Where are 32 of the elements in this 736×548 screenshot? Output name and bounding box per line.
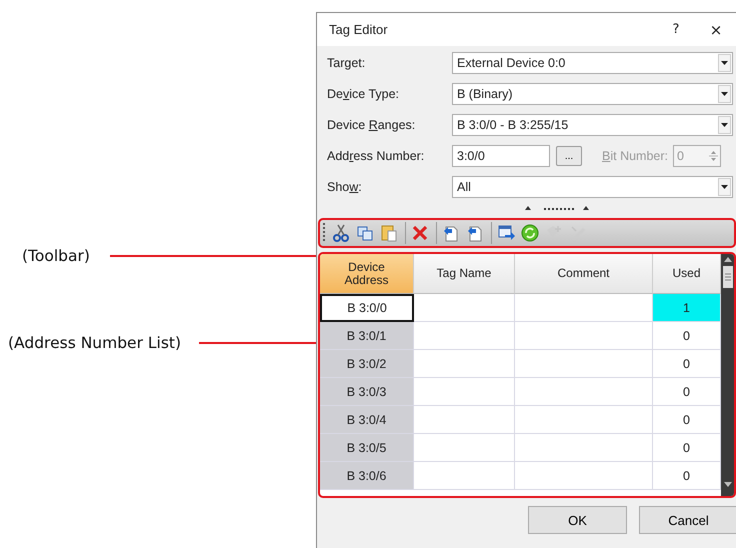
close-button[interactable]: × bbox=[696, 20, 736, 38]
help-button[interactable]: ? bbox=[656, 22, 696, 37]
dialog-button[interactable]: Cancel bbox=[639, 506, 736, 534]
callout-label: (Toolbar) bbox=[22, 247, 90, 265]
callout-label: (Address Number List) bbox=[8, 334, 182, 352]
address-cell[interactable]: B 3:0/3 bbox=[320, 378, 414, 406]
column-header[interactable]: Used bbox=[653, 254, 721, 294]
field-label: Show: bbox=[327, 180, 363, 194]
scrollbar[interactable] bbox=[721, 254, 734, 496]
address-cell[interactable]: B 3:0/6 bbox=[320, 462, 414, 490]
address-cell[interactable]: B 3:0/4 bbox=[320, 406, 414, 434]
browse-button[interactable]: ... bbox=[556, 146, 582, 166]
dialog-button[interactable]: OK bbox=[528, 506, 627, 534]
address-input-field[interactable]: 3:0/0 bbox=[452, 145, 550, 167]
address-cell[interactable]: B 3:0/0 bbox=[320, 294, 414, 322]
address-cell[interactable]: B 3:0/5 bbox=[320, 434, 414, 462]
dropdown-field[interactable]: B (Binary) bbox=[452, 83, 733, 105]
dropdown-field[interactable]: External Device 0:0 bbox=[452, 52, 733, 74]
field-label: Device Type: bbox=[327, 87, 400, 101]
dropdown-field[interactable]: B 3:0/0 - B 3:255/15 bbox=[452, 114, 733, 136]
address-cell[interactable]: B 3:0/1 bbox=[320, 322, 414, 350]
field-label: Device Ranges: bbox=[327, 118, 416, 132]
address-cell[interactable]: B 3:0/2 bbox=[320, 350, 414, 378]
used-cell: 1 bbox=[653, 294, 721, 322]
column-header[interactable]: Device Address bbox=[320, 254, 414, 294]
field-label: Bit Number: bbox=[602, 149, 668, 163]
column-header[interactable]: Comment bbox=[515, 254, 653, 294]
field-label: Address Number: bbox=[327, 149, 426, 163]
field-label: Target: bbox=[327, 56, 366, 70]
column-header[interactable]: Tag Name bbox=[414, 254, 515, 294]
window-title: Tag Editor bbox=[329, 22, 389, 37]
dropdown-field[interactable]: All bbox=[452, 176, 733, 198]
